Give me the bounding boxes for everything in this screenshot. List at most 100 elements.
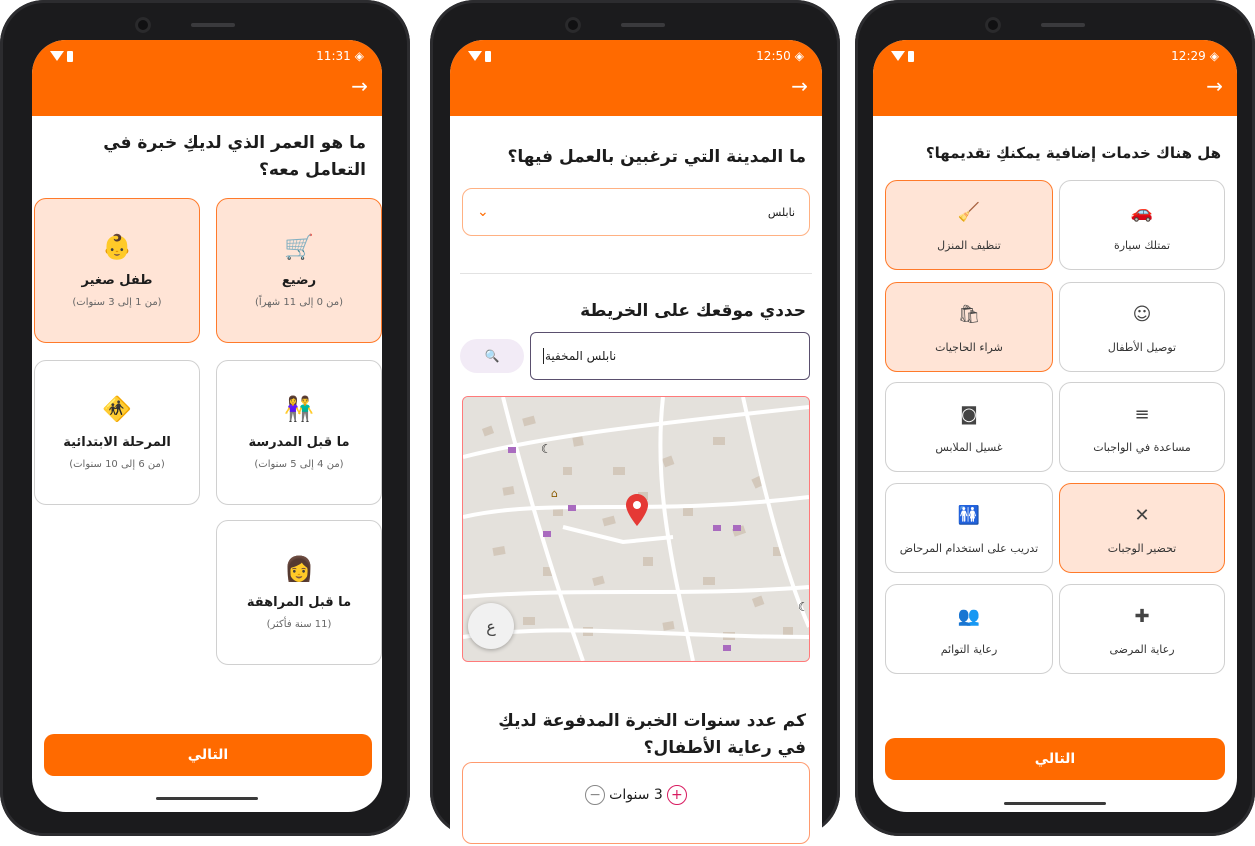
shopping-bag-icon: 🛍 bbox=[957, 303, 981, 325]
age-card-preteen[interactable]: 👩 ما قبل المراهقة (11 سنة فأكثر) bbox=[216, 520, 382, 665]
car-icon: 🚗 bbox=[1130, 201, 1154, 223]
wifi-icon bbox=[468, 51, 482, 61]
map-search-value: نابلس المخفية bbox=[545, 349, 617, 363]
decrement-icon[interactable]: − bbox=[585, 785, 606, 805]
service-label: توصيل الأطفال bbox=[1107, 340, 1177, 354]
card-sublabel: (من 1 إلى 3 سنوات) bbox=[72, 297, 162, 308]
service-label: تنظيف المنزل bbox=[937, 238, 1001, 252]
years-question-title: كم عدد سنوات الخبرة المدفوعة لديكِ في رع… bbox=[498, 711, 806, 758]
app-bar: 12:50 ◈ → bbox=[450, 40, 822, 116]
wifi-icon bbox=[50, 51, 64, 61]
battery-icon bbox=[908, 50, 914, 62]
battery-icon bbox=[485, 50, 491, 62]
service-label: شراء الحاجيات bbox=[935, 340, 1003, 354]
service-card-homework[interactable]: ≡ مساعدة في الواجبات bbox=[1059, 382, 1225, 472]
service-card-twins-care[interactable]: 👥 رعاية التوائم bbox=[885, 584, 1053, 674]
section-divider bbox=[460, 273, 812, 274]
home-indicator[interactable] bbox=[156, 797, 258, 800]
location-icon: ◈ bbox=[794, 49, 804, 63]
increment-icon[interactable]: + bbox=[666, 785, 687, 805]
service-label: تمتلك سيارة bbox=[1113, 238, 1171, 252]
location-icon: ◈ bbox=[1209, 49, 1219, 63]
service-label: تدريب على استخدام المرحاض bbox=[899, 541, 1039, 555]
phone-frame-age: 11:31 ◈ → ما هو العمر الذي لديكِ خبرة في … bbox=[0, 0, 410, 836]
map-tiles: ☾ ⌂ ☾ bbox=[463, 397, 809, 661]
card-label: ما قبل المراهقة bbox=[246, 595, 352, 610]
back-arrow-icon[interactable]: → bbox=[1206, 76, 1223, 96]
status-bar: 12:50 ◈ bbox=[468, 47, 804, 65]
service-label: رعاية التوائم bbox=[940, 642, 998, 656]
crawling-baby-icon: 👶 bbox=[102, 233, 132, 261]
kids-icon: 👫 bbox=[284, 395, 314, 423]
status-time: 11:31 bbox=[316, 49, 351, 63]
age-card-infant[interactable]: 🛒 رضيع (من 0 إلى 11 شهراً) bbox=[216, 198, 382, 343]
school-kids-icon: 🚸 bbox=[102, 395, 132, 423]
next-button[interactable]: التالي bbox=[44, 734, 372, 776]
phone-frame-services: 12:29 ◈ → هل هناك خدمات إضافية يمكنكِ تقد… bbox=[855, 0, 1255, 836]
service-card-laundry[interactable]: ◙ غسيل الملابس bbox=[885, 382, 1053, 472]
service-card-house-cleaning[interactable]: 🧹 تنظيف المنزل bbox=[885, 180, 1053, 270]
service-card-sick-care[interactable]: ✚ رعاية المرضى bbox=[1059, 584, 1225, 674]
status-bar: 11:31 ◈ bbox=[50, 47, 364, 65]
map-search-input[interactable]: نابلس المخفية bbox=[530, 332, 810, 380]
years-stepper[interactable]: − 3 سنوات + bbox=[462, 762, 810, 844]
svg-text:☾: ☾ bbox=[798, 600, 809, 614]
city-question-title: ما المدينة التي ترغبين بالعمل فيها؟ bbox=[507, 147, 806, 167]
service-label: تحضير الوجبات bbox=[1107, 541, 1177, 555]
washing-machine-icon: ◙ bbox=[960, 403, 978, 425]
home-indicator[interactable] bbox=[1004, 802, 1106, 805]
svg-text:⌂: ⌂ bbox=[551, 487, 558, 500]
card-sublabel: (من 6 إلى 10 سنوات) bbox=[69, 459, 165, 470]
question-title: هل هناك خدمات إضافية يمكنكِ تقديمها؟ bbox=[925, 144, 1221, 162]
service-card-shopping[interactable]: 🛍 شراء الحاجيات bbox=[885, 282, 1053, 372]
map-zoom-button[interactable]: ع bbox=[468, 603, 514, 649]
service-card-car[interactable]: 🚗 تمتلك سيارة bbox=[1059, 180, 1225, 270]
restroom-icon: 🚻 bbox=[957, 504, 981, 526]
phone-camera bbox=[135, 14, 275, 36]
service-card-meal-prep[interactable]: ✕ تحضير الوجبات bbox=[1059, 483, 1225, 573]
age-card-elementary[interactable]: 🚸 المرحلة الابتدائية (من 6 إلى 10 سنوات) bbox=[34, 360, 200, 505]
location-map[interactable]: ☾ ⌂ ☾ ع bbox=[462, 396, 810, 662]
app-bar: 11:31 ◈ → bbox=[32, 40, 382, 116]
service-card-child-transport[interactable]: ☺ توصيل الأطفال bbox=[1059, 282, 1225, 372]
twins-icon: 👥 bbox=[957, 605, 981, 627]
baby-stroller-icon: 🛒 bbox=[284, 233, 314, 261]
city-dropdown[interactable]: ⌄ نابلس bbox=[462, 188, 810, 236]
phone-frame-location: 12:50 ◈ → ما المدينة التي ترغبين بالعمل ف… bbox=[430, 0, 840, 846]
status-time: 12:50 bbox=[756, 49, 791, 63]
svg-text:☾: ☾ bbox=[541, 442, 552, 456]
utensils-icon: ✕ bbox=[1134, 504, 1150, 526]
age-card-toddler[interactable]: 👶 طفل صغير (من 1 إلى 3 سنوات) bbox=[34, 198, 200, 343]
phone-camera bbox=[565, 14, 705, 36]
card-sublabel: (من 0 إلى 11 شهراً) bbox=[254, 297, 344, 308]
status-time: 12:29 bbox=[1171, 49, 1206, 63]
age-card-preschool[interactable]: 👫 ما قبل المدرسة (من 4 إلى 5 سنوات) bbox=[216, 360, 382, 505]
homework-icon: ≡ bbox=[1134, 403, 1150, 425]
service-label: غسيل الملابس bbox=[935, 440, 1003, 454]
chevron-down-icon: ⌄ bbox=[477, 204, 489, 220]
city-dropdown-value: نابلس bbox=[767, 205, 795, 219]
status-bar: 12:29 ◈ bbox=[891, 47, 1219, 65]
wifi-icon bbox=[891, 51, 905, 61]
screen-age-question: 11:31 ◈ → ما هو العمر الذي لديكِ خبرة في … bbox=[32, 40, 382, 812]
teen-icon: 👩 bbox=[284, 555, 314, 583]
map-search-button[interactable]: 🔍 bbox=[460, 339, 524, 373]
back-arrow-icon[interactable]: → bbox=[351, 76, 368, 96]
service-label: رعاية المرضى bbox=[1109, 642, 1175, 656]
back-arrow-icon[interactable]: → bbox=[791, 76, 808, 96]
service-card-potty-training[interactable]: 🚻 تدريب على استخدام المرحاض bbox=[885, 483, 1053, 573]
app-bar: 12:29 ◈ → bbox=[873, 40, 1237, 116]
card-label: رضيع bbox=[281, 273, 317, 288]
location-icon: ◈ bbox=[354, 49, 364, 63]
service-label: مساعدة في الواجبات bbox=[1093, 440, 1191, 454]
screen-location-question: 12:50 ◈ → ما المدينة التي ترغبين بالعمل ف… bbox=[450, 40, 822, 846]
next-button[interactable]: التالي bbox=[885, 738, 1225, 780]
card-label: طفل صغير bbox=[81, 273, 153, 288]
screen-services-question: 12:29 ◈ → هل هناك خدمات إضافية يمكنكِ تقد… bbox=[873, 40, 1237, 812]
battery-icon bbox=[67, 50, 73, 62]
search-icon: 🔍 bbox=[484, 349, 500, 363]
card-sublabel: (11 سنة فأكثر) bbox=[266, 619, 332, 630]
bandage-icon: ✚ bbox=[1134, 605, 1150, 627]
question-title: ما هو العمر الذي لديكِ خبرة في التعامل م… bbox=[103, 133, 366, 180]
broom-icon: 🧹 bbox=[957, 201, 981, 223]
